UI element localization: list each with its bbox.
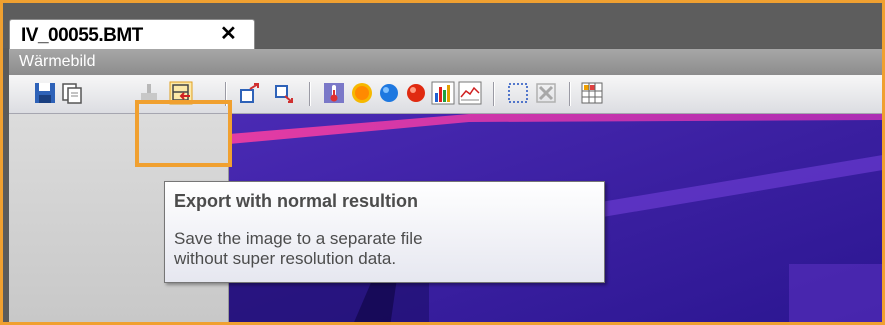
document-tab[interactable]: IV_00055.BMT ✕ xyxy=(9,19,255,50)
histogram-button[interactable] xyxy=(431,81,455,105)
blue-spot-icon xyxy=(380,84,398,102)
profile-chart-icon xyxy=(458,81,482,105)
copy-button[interactable] xyxy=(60,81,84,105)
document-tab-label: IV_00055.BMT xyxy=(21,25,143,46)
delete-marker-button[interactable] xyxy=(534,81,558,105)
tooltip-title: Export with normal resultion xyxy=(174,191,419,211)
toolbar-separator xyxy=(493,82,494,106)
save-icon xyxy=(35,83,55,103)
delete-marker-icon xyxy=(536,83,556,103)
palette-grid-icon xyxy=(581,82,603,104)
tooltip-body: Save the image to a separate file withou… xyxy=(174,229,423,269)
panel-header: Wärmebild xyxy=(9,49,882,75)
document-tab-strip: IV_00055.BMT ✕ xyxy=(3,3,882,50)
palette-grid-button[interactable] xyxy=(580,81,604,105)
panel-title: Wärmebild xyxy=(19,53,96,70)
selection-rectangle-button[interactable] xyxy=(506,81,530,105)
save-button[interactable] xyxy=(33,81,57,105)
selection-rectangle-icon xyxy=(508,83,528,103)
red-spot-icon xyxy=(407,84,425,102)
tooltip-line-2: without super resolution data. xyxy=(174,249,397,268)
blue-spot-button[interactable] xyxy=(377,81,401,105)
thermometer-icon xyxy=(324,83,344,103)
app-window: IV_00055.BMT ✕ Wärmebild Export with nor… xyxy=(0,0,885,325)
sun-spot-icon xyxy=(352,83,372,103)
toolbar-separator xyxy=(569,82,570,106)
red-spot-button[interactable] xyxy=(404,81,428,105)
toolbar-separator xyxy=(309,82,310,106)
highlight-box xyxy=(135,100,232,167)
rotate-right-icon xyxy=(275,85,293,103)
close-tab-icon[interactable]: ✕ xyxy=(220,23,237,45)
tooltip: Export with normal resultion Save the im… xyxy=(164,181,605,283)
histogram-icon xyxy=(431,81,455,105)
profile-chart-button[interactable] xyxy=(458,81,482,105)
sun-spot-button[interactable] xyxy=(350,81,374,105)
thermometer-button[interactable] xyxy=(322,81,346,105)
rotate-left-button[interactable] xyxy=(238,81,262,105)
tooltip-line-1: Save the image to a separate file xyxy=(174,229,423,248)
rotate-right-button[interactable] xyxy=(272,81,296,105)
copy-icon xyxy=(62,83,82,104)
rotate-left-icon xyxy=(240,83,259,103)
